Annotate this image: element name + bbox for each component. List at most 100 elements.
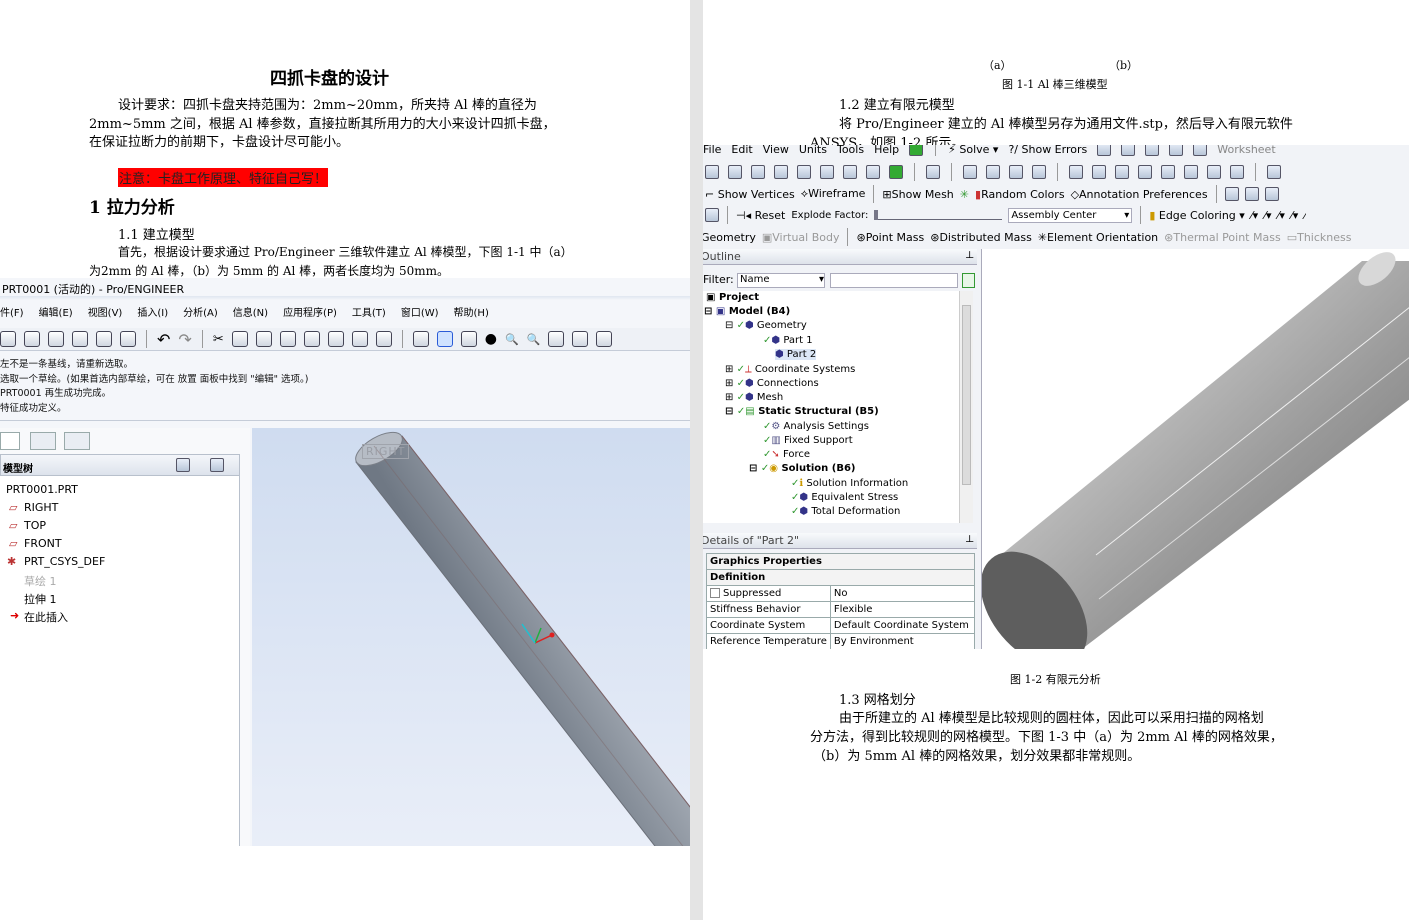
explode-slider[interactable] xyxy=(874,210,1003,220)
zoom-icon[interactable] xyxy=(1032,165,1046,179)
wireframe-button[interactable]: ⟡Wireframe xyxy=(801,187,866,201)
detail-value[interactable]: By Environment xyxy=(829,633,976,649)
orient-icon[interactable] xyxy=(460,331,477,347)
tree-item-extrude[interactable]: 拉伸 1 xyxy=(24,591,57,607)
menu-view[interactable]: View xyxy=(763,145,789,156)
iso-icon[interactable] xyxy=(1161,165,1175,179)
menu-tools[interactable]: Tools xyxy=(837,145,864,156)
show-vertices-button[interactable]: ⌐ Show Vertices xyxy=(705,188,795,201)
filter-select[interactable]: Name ▾ xyxy=(737,273,825,288)
select-icon[interactable] xyxy=(705,165,719,179)
tree-geometry[interactable]: ⊟ ✓⬢ Geometry xyxy=(725,320,807,331)
select-icon[interactable] xyxy=(728,165,742,179)
tab-model-tree[interactable] xyxy=(0,432,20,450)
attach-icon[interactable] xyxy=(120,331,136,347)
open-icon[interactable] xyxy=(24,331,40,347)
view-icon[interactable] xyxy=(1207,165,1221,179)
pin-icon[interactable]: ⊥ xyxy=(965,534,974,545)
tree-part-2[interactable]: ⬢ Part 2 xyxy=(775,349,817,360)
display-style-icon[interactable]: ● xyxy=(485,331,497,347)
tree-force[interactable]: ✓➘ Force xyxy=(763,449,810,460)
tree-item-front[interactable]: FRONT xyxy=(24,537,62,550)
tb-icon[interactable] xyxy=(1121,145,1136,156)
pan-icon[interactable] xyxy=(986,165,1000,179)
explode-icon[interactable] xyxy=(705,208,719,222)
tb-icon[interactable] xyxy=(1097,145,1112,156)
menu-help[interactable]: 帮助(H) xyxy=(454,304,489,319)
menu-edit[interactable]: 编辑(E) xyxy=(39,304,73,319)
menu-help[interactable]: Help xyxy=(874,145,899,156)
suppressed-checkbox[interactable] xyxy=(710,588,720,598)
tb-icon[interactable] xyxy=(1193,145,1208,156)
dimension-icon[interactable] xyxy=(1224,187,1239,201)
tree-filter-icon[interactable] xyxy=(210,458,224,472)
select-icon[interactable] xyxy=(797,165,811,179)
paste-special-icon[interactable] xyxy=(279,331,296,347)
tree-connections[interactable]: ⊞ ✓⬢ Connections xyxy=(725,378,819,389)
tree-solution-information[interactable]: ✓ℹ Solution Information xyxy=(791,478,908,489)
menu-units[interactable]: Units xyxy=(799,145,827,156)
spin-center-icon[interactable] xyxy=(436,331,453,347)
regen-manager-icon[interactable] xyxy=(327,331,344,347)
element-orientation-button[interactable]: ✳Element Orientation xyxy=(1038,231,1158,244)
reset-button[interactable]: ⊣◂ Reset xyxy=(736,209,785,222)
edge-coloring-button[interactable]: ▮ Edge Coloring ▾ xyxy=(1149,209,1245,222)
tree-equivalent-stress[interactable]: ✓⬢ Equivalent Stress xyxy=(791,492,898,503)
tree-mesh[interactable]: ⊞ ✓⬢ Mesh xyxy=(725,392,783,403)
tree-item-right[interactable]: RIGHT xyxy=(24,501,58,514)
redo-icon[interactable]: ↷ xyxy=(178,330,191,349)
rotate-icon[interactable] xyxy=(926,165,940,179)
menu-file[interactable]: File xyxy=(703,145,721,156)
check-icon[interactable] xyxy=(909,145,924,156)
distributed-mass-button[interactable]: ⊛Distributed Mass xyxy=(930,231,1032,244)
zoom-box-icon[interactable] xyxy=(1069,165,1083,179)
ansys-graphics-viewport[interactable] xyxy=(981,249,1409,649)
select-box-icon[interactable] xyxy=(375,331,392,347)
save-icon[interactable] xyxy=(48,331,64,347)
paste-icon[interactable] xyxy=(255,331,272,347)
rotate-icon[interactable] xyxy=(963,165,977,179)
select-icon[interactable] xyxy=(774,165,788,179)
menu-tools[interactable]: 工具(T) xyxy=(352,304,386,319)
edge-style-icon[interactable]: ⁄▾ xyxy=(1291,209,1298,222)
annotation-preferences-button[interactable]: ◇Annotation Preferences xyxy=(1071,188,1208,201)
zoom-out-icon[interactable]: 🔍 xyxy=(527,333,541,346)
thermal-point-mass-button[interactable]: ⊛Thermal Point Mass xyxy=(1164,231,1281,244)
print-icon[interactable] xyxy=(72,331,88,347)
find-icon[interactable] xyxy=(351,331,368,347)
zoom-icon[interactable] xyxy=(1009,165,1023,179)
zoom-fit-icon[interactable] xyxy=(1115,165,1129,179)
refit-icon[interactable] xyxy=(548,331,565,347)
email-icon[interactable] xyxy=(96,331,112,347)
viewport-icon[interactable] xyxy=(1267,165,1281,179)
show-errors-button[interactable]: ?/ Show Errors xyxy=(1008,145,1087,156)
tree-item-top[interactable]: TOP xyxy=(24,519,46,532)
outline-scrollbar[interactable] xyxy=(959,291,973,523)
select-icon[interactable] xyxy=(889,165,903,179)
tree-item-sketch[interactable]: 草绘 1 xyxy=(24,573,57,589)
menu-view[interactable]: 视图(V) xyxy=(88,304,123,319)
tree-settings-icon[interactable] xyxy=(176,458,190,472)
cut-icon[interactable]: ✂ xyxy=(213,332,224,347)
tab-favorites[interactable] xyxy=(64,432,90,450)
detail-value[interactable]: Flexible xyxy=(829,601,976,618)
edge-style-icon[interactable]: ⁄▾ xyxy=(1251,209,1258,222)
dimension-icon[interactable] xyxy=(1244,187,1259,201)
menu-window[interactable]: 窗口(W) xyxy=(401,304,439,319)
tree-fixed-support[interactable]: ✓▥ Fixed Support xyxy=(763,435,853,446)
magnifier-icon[interactable] xyxy=(1138,165,1152,179)
new-icon[interactable] xyxy=(0,331,16,347)
tree-item-insert-here[interactable]: 在此插入 xyxy=(24,609,68,625)
tree-static-structural[interactable]: ⊟ ✓▤ Static Structural (B5) xyxy=(725,406,879,417)
tree-analysis-settings[interactable]: ✓⚙ Analysis Settings xyxy=(763,421,869,432)
menu-edit[interactable]: Edit xyxy=(731,145,752,156)
menu-analysis[interactable]: 分析(A) xyxy=(183,304,218,319)
copy-icon[interactable] xyxy=(231,331,248,347)
filter-input[interactable] xyxy=(830,273,958,288)
refresh-icon[interactable] xyxy=(962,273,975,288)
tb-icon[interactable] xyxy=(1145,145,1160,156)
tb-icon[interactable] xyxy=(1169,145,1184,156)
edge-style-icon[interactable]: ⁄▾ xyxy=(1264,209,1271,222)
pin-icon[interactable]: ⊥ xyxy=(965,250,974,261)
undo-icon[interactable]: ↶ xyxy=(157,330,170,349)
